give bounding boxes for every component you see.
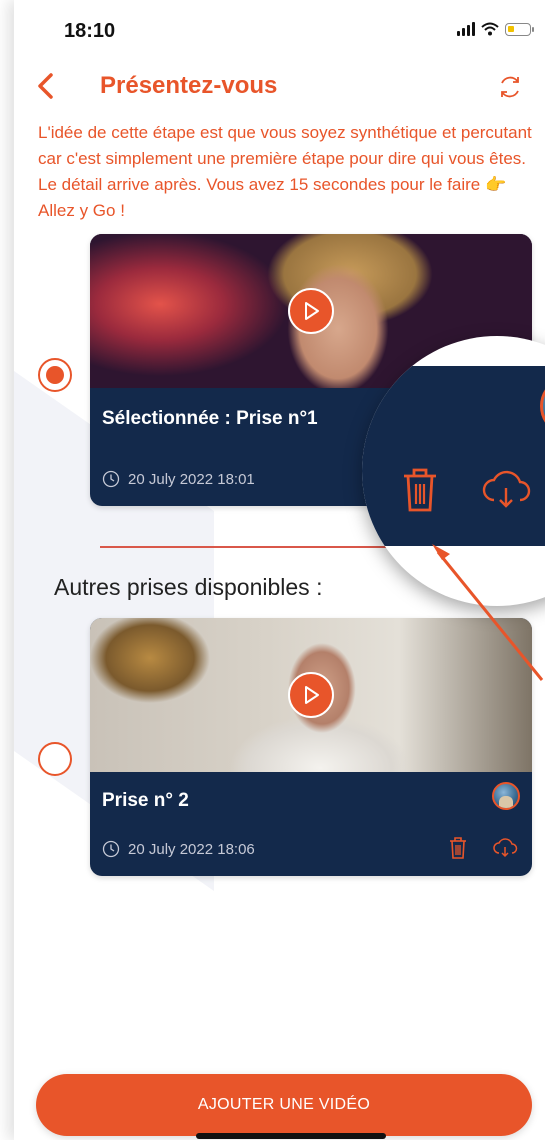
- zoom-callout-panel: [362, 366, 545, 546]
- zoom-callout: [362, 336, 545, 606]
- play-icon: [305, 302, 319, 320]
- cloud-download-icon[interactable]: [492, 838, 518, 858]
- intro-text-main: L'idée de cette étape est que vous soyez…: [38, 123, 532, 194]
- select-take-1-radio[interactable]: [38, 358, 72, 392]
- intro-text-cta: Allez y Go !: [38, 201, 125, 220]
- select-take-2-radio[interactable]: [38, 742, 72, 776]
- page-title: Présentez-vous: [100, 72, 278, 99]
- add-video-button[interactable]: AJOUTER UNE VIDÉO: [36, 1074, 532, 1136]
- home-indicator: [196, 1133, 386, 1139]
- clock-icon: [102, 840, 120, 858]
- take-date-text: 20 July 2022 18:01: [128, 470, 255, 488]
- take-date-text: 20 July 2022 18:06: [128, 840, 255, 858]
- pointing-hand-emoji: 👉: [485, 175, 507, 194]
- trash-icon[interactable]: [448, 836, 468, 860]
- battery-icon: [505, 22, 534, 36]
- avatar: [492, 782, 520, 810]
- intro-text: L'idée de cette étape est que vous soyez…: [38, 120, 538, 224]
- refresh-icon[interactable]: [497, 74, 523, 100]
- divider: [100, 546, 410, 548]
- play-icon: [305, 686, 319, 704]
- other-takes-heading: Autres prises disponibles :: [54, 574, 323, 600]
- take-card: Prise n° 2 20 July 2022 18:06: [90, 618, 532, 876]
- app-screen: 18:10 Présentez-vous L'idée de cette éta…: [14, 0, 545, 1140]
- trash-icon[interactable]: [400, 466, 440, 514]
- video-thumbnail[interactable]: [90, 618, 532, 772]
- status-bar: 18:10: [14, 0, 545, 60]
- take-info: Prise n° 2 20 July 2022 18:06: [90, 772, 532, 876]
- signal-icon: [457, 22, 475, 36]
- take-date: 20 July 2022 18:06: [102, 840, 255, 858]
- take-date: 20 July 2022 18:01: [102, 470, 255, 488]
- avatar: [540, 376, 545, 436]
- play-button[interactable]: [288, 288, 334, 334]
- cloud-download-icon[interactable]: [480, 470, 532, 510]
- status-time: 18:10: [64, 20, 116, 42]
- clock-icon: [102, 470, 120, 488]
- wifi-icon: [481, 22, 499, 36]
- back-chevron-icon[interactable]: [34, 72, 58, 100]
- take-title: Prise n° 2: [102, 790, 189, 811]
- play-button[interactable]: [288, 672, 334, 718]
- header: Présentez-vous: [14, 70, 545, 106]
- status-icons: [457, 22, 534, 36]
